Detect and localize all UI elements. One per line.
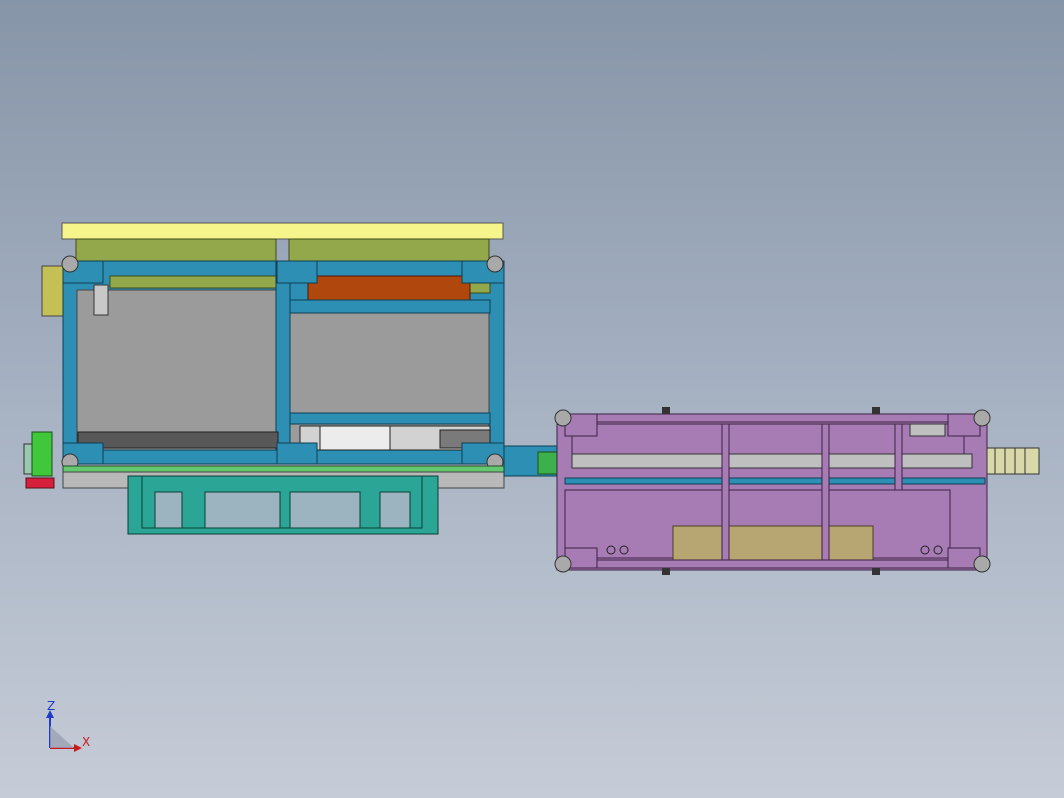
stand-opening xyxy=(154,491,183,529)
base-plate-green xyxy=(62,465,505,473)
right-machine-assembly[interactable] xyxy=(554,407,1040,575)
foot xyxy=(872,407,880,414)
frame-beam-lower xyxy=(289,412,491,425)
stand-opening xyxy=(204,491,281,529)
cabinet-upper-band xyxy=(571,423,965,455)
x-axis-arrow xyxy=(74,744,82,752)
stand-opening xyxy=(289,491,361,529)
cad-viewport[interactable]: Z X xyxy=(0,0,1064,798)
corner-node xyxy=(973,409,991,427)
foot xyxy=(872,568,880,575)
connecting-conveyor[interactable] xyxy=(503,445,560,477)
mount-hole xyxy=(933,545,943,555)
side-bracket xyxy=(41,265,65,317)
olive-strip-right xyxy=(469,282,491,294)
conveyor-motor xyxy=(537,451,559,475)
corner-node xyxy=(61,255,79,273)
left-machine-assembly[interactable] xyxy=(23,222,505,535)
cylinder-body xyxy=(319,425,391,451)
olive-panel-right xyxy=(288,238,490,262)
mount-hole xyxy=(619,545,629,555)
divider xyxy=(894,423,903,491)
green-motor xyxy=(31,431,53,477)
gray-guide-small xyxy=(909,423,946,437)
foot xyxy=(662,568,670,575)
gusset-tc xyxy=(276,260,318,284)
corner-node xyxy=(486,255,504,273)
triad-plane xyxy=(50,726,74,748)
mount-hole xyxy=(606,545,616,555)
olive-strip-left xyxy=(109,275,277,289)
corner-node xyxy=(554,409,572,427)
divider xyxy=(821,423,830,561)
khaki-panel xyxy=(672,525,874,561)
top-rail xyxy=(61,222,504,240)
stand-opening xyxy=(379,491,411,529)
gray-guide xyxy=(571,453,973,469)
corner-node xyxy=(973,555,991,573)
x-axis-label: X xyxy=(82,735,91,749)
mount-hole xyxy=(920,545,930,555)
orange-block xyxy=(307,275,471,301)
cabinet-rail xyxy=(564,477,986,485)
assembly-drawing[interactable] xyxy=(0,0,1064,798)
red-motor-base xyxy=(25,477,55,489)
gray-panel-right xyxy=(289,312,490,414)
foot xyxy=(662,407,670,414)
top-border xyxy=(559,413,988,423)
divider xyxy=(721,423,730,561)
frame-beam-upper xyxy=(289,299,491,314)
bottom-border xyxy=(559,559,988,569)
olive-panel-left xyxy=(75,238,277,262)
coordinate-triad xyxy=(46,710,82,752)
gusset-bc xyxy=(276,442,318,465)
roller-shaft xyxy=(77,431,279,449)
gray-plate xyxy=(93,284,109,316)
corner-node xyxy=(554,555,572,573)
z-axis-label: Z xyxy=(47,699,56,713)
